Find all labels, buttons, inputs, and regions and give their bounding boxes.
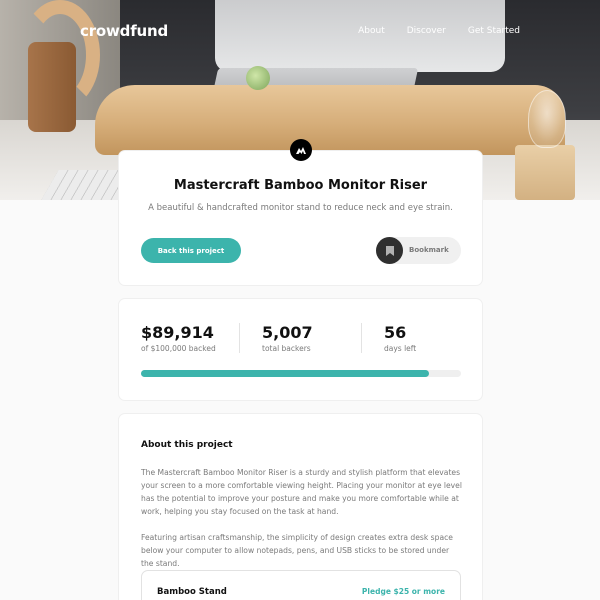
stats-card: $89,914 of $100,000 backed 5,007 total b… <box>118 298 483 401</box>
stat-backers: 5,007 total backers <box>262 323 313 354</box>
reward-card: Bamboo Stand Pledge $25 or more <box>141 570 461 600</box>
bookmark-icon <box>376 237 403 264</box>
about-paragraph: The Mastercraft Bamboo Monitor Riser is … <box>141 468 462 516</box>
about-paragraph: Featuring artisan craftsmanship, the sim… <box>141 533 453 568</box>
bookmark-button[interactable]: Bookmark <box>376 237 461 264</box>
reward-pledge: Pledge $25 or more <box>361 587 445 596</box>
stat-days: 56 days left <box>384 323 417 354</box>
hero-monitor <box>215 0 505 72</box>
hero-bulb <box>528 90 566 148</box>
days-caption: days left <box>384 344 417 353</box>
main-nav: About Discover Get Started <box>358 26 520 36</box>
backers-count: 5,007 <box>262 323 313 342</box>
backers-caption: total backers <box>262 344 311 353</box>
hero-figurine <box>246 66 270 90</box>
stat-backed: $89,914 of $100,000 backed <box>141 323 216 354</box>
hero-lamp-base <box>515 145 575 200</box>
stat-divider <box>239 323 240 353</box>
product-title: Mastercraft Bamboo Monitor Riser <box>173 178 428 193</box>
nav-get-started[interactable]: Get Started <box>468 26 520 36</box>
stat-divider <box>361 323 362 353</box>
intro-card: Mastercraft Bamboo Monitor Riser A beaut… <box>118 139 483 286</box>
product-description: A beautiful & handcrafted monitor stand … <box>148 203 453 213</box>
nav-about[interactable]: About <box>358 26 385 36</box>
progress-bar <box>141 370 461 377</box>
backed-caption: of $100,000 backed <box>141 344 216 353</box>
back-project-button[interactable]: Back this project <box>141 238 241 263</box>
reward-name: Bamboo Stand <box>157 587 227 597</box>
progress-fill <box>141 370 429 377</box>
bookmark-label: Bookmark <box>409 246 449 254</box>
mastercraft-logo-icon <box>290 139 312 161</box>
about-heading: About this project <box>141 440 233 450</box>
hero-bamboo-riser <box>95 85 565 155</box>
site-logo[interactable]: crowdfund <box>80 22 168 40</box>
hero-speaker <box>28 42 76 132</box>
about-card: About this project The Mastercraft Bambo… <box>118 413 483 600</box>
backed-amount: $89,914 <box>141 323 214 342</box>
days-left: 56 <box>384 323 407 342</box>
nav-discover[interactable]: Discover <box>407 26 446 36</box>
